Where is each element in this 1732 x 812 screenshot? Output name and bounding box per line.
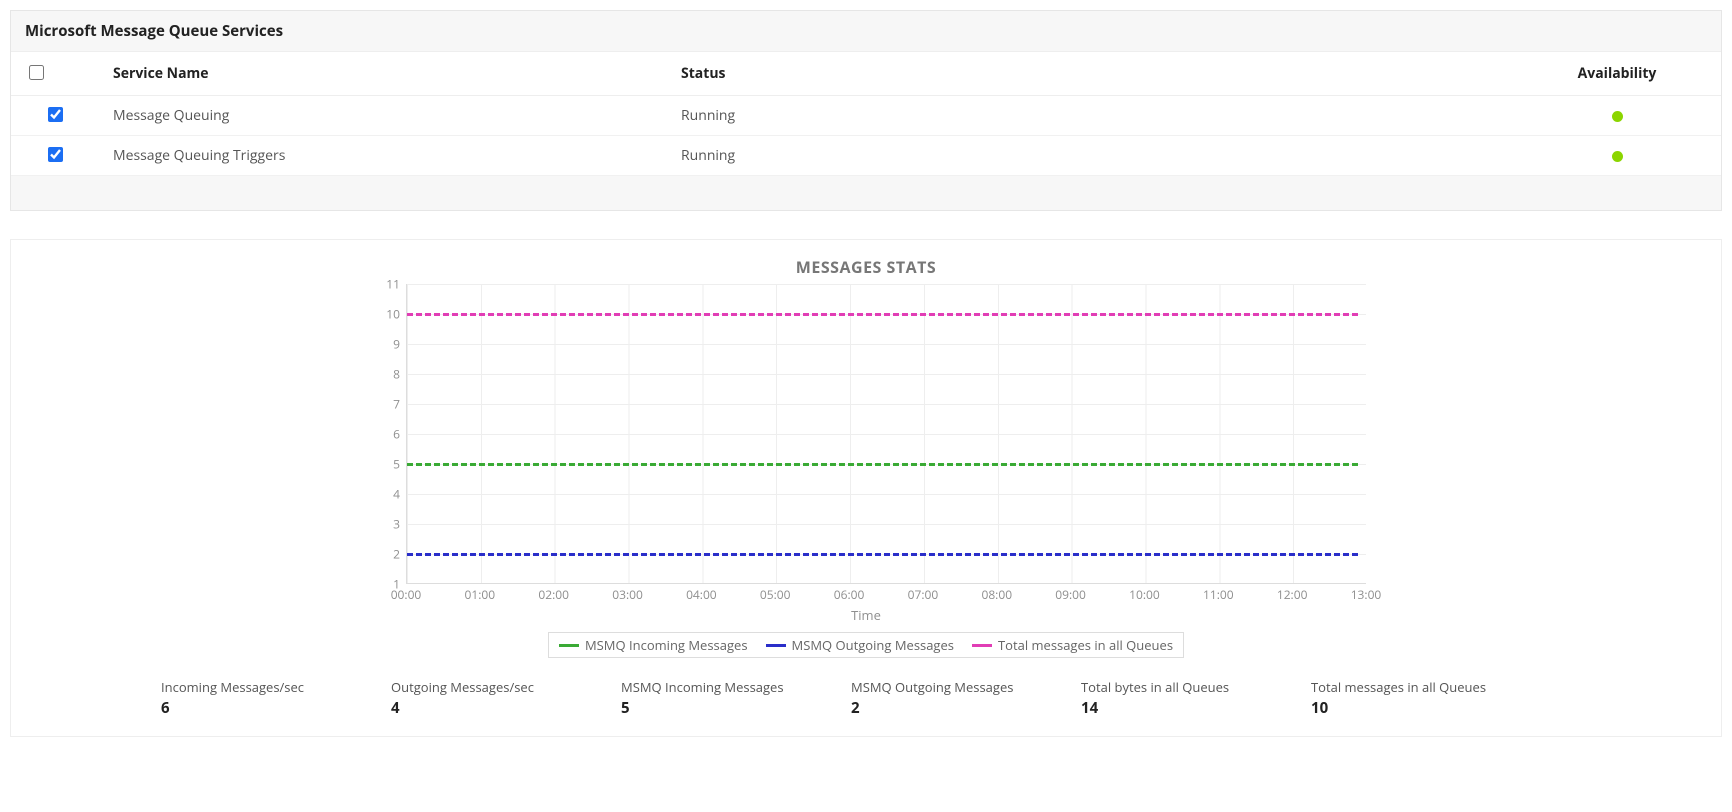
chart-x-label: Time xyxy=(11,606,1721,624)
stat-block: Total messages in all Queues 10 xyxy=(1311,678,1486,718)
stat-value: 4 xyxy=(391,698,561,718)
services-panel-title: Microsoft Message Queue Services xyxy=(11,11,1721,52)
stat-value: 6 xyxy=(161,698,331,718)
chart-title: MESSAGES STATS xyxy=(11,256,1721,278)
chart-legend-box: MSMQ Incoming Messages MSMQ Outgoing Mess… xyxy=(548,632,1184,658)
availability-dot-icon xyxy=(1612,151,1623,162)
legend-swatch-icon xyxy=(972,644,992,647)
stats-row: Incoming Messages/sec 6 Outgoing Messages/… xyxy=(11,658,1721,722)
row-checkbox-cell xyxy=(11,96,99,136)
chart-x-tick: 13:00 xyxy=(1351,586,1382,603)
chart-x-tick: 01:00 xyxy=(465,586,496,603)
chart-legend: MSMQ Incoming Messages MSMQ Outgoing Mess… xyxy=(11,632,1721,658)
chart-series-line[interactable] xyxy=(407,553,1358,556)
chart-y-tick: 4 xyxy=(372,486,400,503)
chart-x-tick: 00:00 xyxy=(391,586,422,603)
service-name-cell: Message Queuing Triggers xyxy=(99,136,667,176)
chart-y-tick: 11 xyxy=(372,276,400,293)
legend-label: MSMQ Incoming Messages xyxy=(585,636,748,654)
stat-label: Incoming Messages/sec xyxy=(161,678,331,696)
chart-x-tick: 08:00 xyxy=(981,586,1012,603)
stat-value: 14 xyxy=(1081,698,1251,718)
legend-label: MSMQ Outgoing Messages xyxy=(792,636,954,654)
stat-label: MSMQ Outgoing Messages xyxy=(851,678,1021,696)
services-panel: Microsoft Message Queue Services Service… xyxy=(10,10,1722,211)
chart-x-tick: 09:00 xyxy=(1055,586,1086,603)
chart-series-line[interactable] xyxy=(407,463,1358,466)
stat-value: 2 xyxy=(851,698,1021,718)
chart-plot[interactable]: 1234567891011 xyxy=(366,284,1366,584)
header-status[interactable]: Status xyxy=(667,52,1513,96)
header-availability[interactable]: Availability xyxy=(1513,52,1721,96)
chart-x-ticks: 00:00 01:00 02:00 03:00 04:00 05:00 06:00 07:00… xyxy=(366,586,1366,604)
chart-y-tick: 3 xyxy=(372,516,400,533)
legend-item[interactable]: Total messages in all Queues xyxy=(972,636,1173,654)
availability-cell xyxy=(1513,136,1721,176)
row-checkbox[interactable] xyxy=(48,107,63,122)
chart-y-tick: 2 xyxy=(372,546,400,563)
chart-grid xyxy=(406,284,1366,584)
availability-cell xyxy=(1513,96,1721,136)
select-all-checkbox[interactable] xyxy=(29,65,44,80)
services-panel-footer xyxy=(11,176,1721,210)
chart-y-tick: 6 xyxy=(372,426,400,443)
chart-y-tick: 10 xyxy=(372,306,400,323)
stat-label: Total messages in all Queues xyxy=(1311,678,1486,696)
chart-x-tick: 12:00 xyxy=(1277,586,1308,603)
stat-value: 5 xyxy=(621,698,791,718)
stat-block: MSMQ Outgoing Messages 2 xyxy=(851,678,1021,718)
stat-block: Incoming Messages/sec 6 xyxy=(161,678,331,718)
stat-value: 10 xyxy=(1311,698,1486,718)
chart-y-tick: 7 xyxy=(372,396,400,413)
table-row[interactable]: Message QueuingRunning xyxy=(11,96,1721,136)
row-checkbox[interactable] xyxy=(48,147,63,162)
stat-label: Total bytes in all Queues xyxy=(1081,678,1251,696)
service-status-cell: Running xyxy=(667,136,1513,176)
chart-x-tick: 03:00 xyxy=(612,586,643,603)
table-row[interactable]: Message Queuing TriggersRunning xyxy=(11,136,1721,176)
stat-label: Outgoing Messages/sec xyxy=(391,678,561,696)
chart-x-tick: 11:00 xyxy=(1203,586,1234,603)
legend-label: Total messages in all Queues xyxy=(998,636,1173,654)
chart-y-tick: 9 xyxy=(372,336,400,353)
chart-x-tick: 06:00 xyxy=(834,586,865,603)
chart-x-tick: 07:00 xyxy=(908,586,939,603)
stat-block: Outgoing Messages/sec 4 xyxy=(391,678,561,718)
chart-x-tick: 10:00 xyxy=(1129,586,1160,603)
header-service-name[interactable]: Service Name xyxy=(99,52,667,96)
legend-item[interactable]: MSMQ Incoming Messages xyxy=(559,636,748,654)
chart-x-tick: 04:00 xyxy=(686,586,717,603)
legend-swatch-icon xyxy=(766,644,786,647)
stat-block: Total bytes in all Queues 14 xyxy=(1081,678,1251,718)
chart-series-line[interactable] xyxy=(407,313,1358,316)
table-header-row: Service Name Status Availability xyxy=(11,52,1721,96)
chart-x-tick: 02:00 xyxy=(538,586,569,603)
service-name-cell: Message Queuing xyxy=(99,96,667,136)
services-table: Service Name Status Availability Message… xyxy=(11,52,1721,176)
stat-label: MSMQ Incoming Messages xyxy=(621,678,791,696)
chart-y-tick: 5 xyxy=(372,456,400,473)
legend-swatch-icon xyxy=(559,644,579,647)
service-status-cell: Running xyxy=(667,96,1513,136)
header-checkbox-cell xyxy=(11,52,99,96)
chart-y-tick: 8 xyxy=(372,366,400,383)
legend-item[interactable]: MSMQ Outgoing Messages xyxy=(766,636,954,654)
row-checkbox-cell xyxy=(11,136,99,176)
stat-block: MSMQ Incoming Messages 5 xyxy=(621,678,791,718)
messages-stats-panel: MESSAGES STATS 1234567891011 00:0001:000… xyxy=(10,239,1722,737)
availability-dot-icon xyxy=(1612,111,1623,122)
chart-x-tick: 05:00 xyxy=(760,586,791,603)
